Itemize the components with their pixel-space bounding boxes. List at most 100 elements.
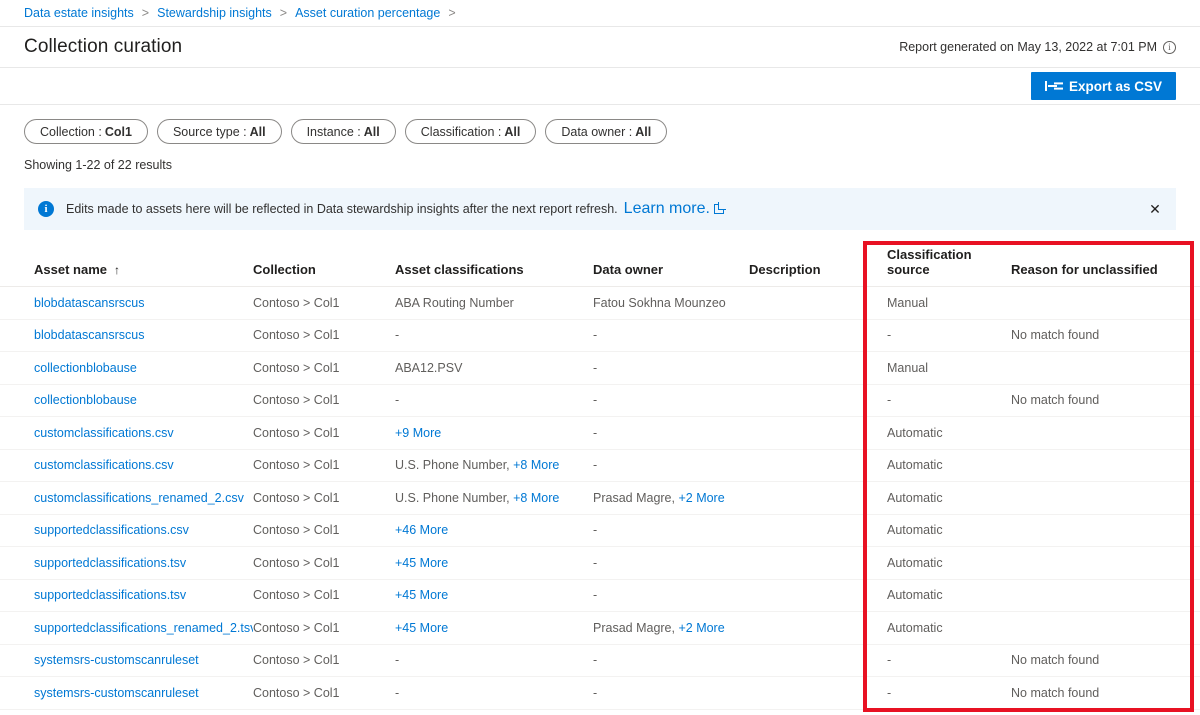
- table-row[interactable]: supportedclassifications.csv Contoso > Co…: [0, 514, 1200, 547]
- filter-pill-data-owner[interactable]: Data owner : All: [545, 119, 667, 144]
- asset-name-link[interactable]: customclassifications.csv: [34, 458, 174, 472]
- breadcrumb-item-data-estate-insights[interactable]: Data estate insights: [24, 6, 134, 20]
- cell-data-owner: Prasad Magre, +2 More: [593, 482, 749, 515]
- filter-pill-classification[interactable]: Classification : All: [405, 119, 537, 144]
- table-row[interactable]: supportedclassifications.tsv Contoso > Co…: [0, 547, 1200, 580]
- cell-collection: Contoso > Col1: [253, 644, 395, 677]
- table-row[interactable]: collectionblobause Contoso > Col1ABA12.PS…: [0, 352, 1200, 385]
- data-owner-text: -: [593, 653, 597, 667]
- cell-collection: Contoso > Col1: [253, 482, 395, 515]
- column-header-asset-classifications[interactable]: Asset classifications: [395, 247, 593, 287]
- breadcrumb-item-asset-curation-percentage[interactable]: Asset curation percentage: [295, 6, 440, 20]
- column-header-collection[interactable]: Collection: [253, 247, 395, 287]
- asset-name-link[interactable]: collectionblobause: [34, 393, 137, 407]
- filter-pill-instance[interactable]: Instance : All: [291, 119, 396, 144]
- report-generated-text: Report generated on May 13, 2022 at 7:01…: [899, 40, 1157, 54]
- asset-name-link[interactable]: systemsrs-customscanruleset: [34, 653, 199, 667]
- breadcrumb: Data estate insights > Stewardship insig…: [0, 0, 1200, 27]
- table-row[interactable]: systemsrs-customscanrulesetContoso > Col…: [0, 677, 1200, 710]
- cell-asset-classifications: +9 More: [395, 417, 593, 450]
- cell-reason-for-unclassified: No match found: [1011, 677, 1200, 710]
- cell-description: [749, 449, 869, 482]
- data-owner-more-link[interactable]: +2 More: [678, 491, 724, 505]
- asset-name-link[interactable]: customclassifications.csv: [34, 426, 174, 440]
- table-row[interactable]: blobdatascansrscusContoso > Col1ABA Rout…: [0, 287, 1200, 320]
- asset-name-link[interactable]: supportedclassifications.tsv: [34, 556, 186, 570]
- data-owner-more-link[interactable]: +2 More: [678, 621, 724, 635]
- classification-text: U.S. Phone Number,: [395, 491, 513, 505]
- cell-description: [749, 644, 869, 677]
- classifications-more-link[interactable]: +45 More: [395, 588, 448, 602]
- table-row[interactable]: supportedclassifications.tsv Contoso > Co…: [0, 579, 1200, 612]
- cell-data-owner: -: [593, 352, 749, 385]
- table-row[interactable]: systemsrs-customscanruleset Contoso > Col…: [0, 644, 1200, 677]
- table-row[interactable]: customclassifications.csvContoso > Col1U…: [0, 449, 1200, 482]
- asset-name-link[interactable]: collectionblobause: [34, 361, 137, 375]
- filter-pill-collection[interactable]: Collection : Col1: [24, 119, 148, 144]
- classification-text: ABA Routing Number: [395, 296, 514, 310]
- cell-collection: Contoso > Col1: [253, 352, 395, 385]
- cell-description: [749, 352, 869, 385]
- asset-name-link[interactable]: supportedclassifications.csv: [34, 523, 189, 537]
- cell-asset-name: blobdatascansrscus: [0, 319, 253, 352]
- asset-table: Asset name↑ Collection Asset classificat…: [0, 247, 1200, 710]
- table-row[interactable]: customclassifications.csvContoso > Col1+…: [0, 417, 1200, 450]
- asset-name-link[interactable]: systemsrs-customscanruleset: [34, 686, 199, 700]
- learn-more-link[interactable]: Learn more.: [624, 200, 710, 218]
- asset-name-link[interactable]: blobdatascansrscus: [34, 328, 144, 342]
- classifications-more-link[interactable]: +46 More: [395, 523, 448, 537]
- cell-classification-source: -: [869, 319, 1011, 352]
- asset-name-link[interactable]: supportedclassifications.tsv: [34, 588, 186, 602]
- cell-data-owner: -: [593, 319, 749, 352]
- table-row[interactable]: supportedclassifications_renamed_2.tsvCo…: [0, 612, 1200, 645]
- cell-classification-source: Automatic: [869, 417, 1011, 450]
- close-icon[interactable]: ✕: [1146, 200, 1164, 218]
- cell-reason-for-unclassified: No match found: [1011, 319, 1200, 352]
- classifications-more-link[interactable]: +8 More: [513, 458, 559, 472]
- filter-pill-data-owner-value: All: [635, 125, 651, 139]
- sort-ascending-icon[interactable]: ↑: [114, 263, 120, 277]
- column-header-asset-name[interactable]: Asset name↑: [0, 247, 253, 287]
- cell-collection: Contoso > Col1: [253, 547, 395, 580]
- external-link-icon[interactable]: [714, 204, 724, 214]
- filter-pill-classification-key: Classification :: [421, 125, 502, 139]
- cell-asset-name: supportedclassifications.tsv: [0, 547, 253, 580]
- info-icon[interactable]: i: [1163, 41, 1176, 54]
- cell-asset-classifications: U.S. Phone Number, +8 More: [395, 449, 593, 482]
- cell-description: [749, 612, 869, 645]
- table-row[interactable]: customclassifications_renamed_2.csv Conto…: [0, 482, 1200, 515]
- table-row[interactable]: blobdatascansrscusContoso > Col1---No ma…: [0, 319, 1200, 352]
- cell-collection: Contoso > Col1: [253, 514, 395, 547]
- filter-pill-instance-key: Instance :: [307, 125, 361, 139]
- table-header-row: Asset name↑ Collection Asset classificat…: [0, 247, 1200, 287]
- cell-collection: Contoso > Col1: [253, 579, 395, 612]
- cell-asset-name: supportedclassifications.csv: [0, 514, 253, 547]
- cell-asset-name: customclassifications.csv: [0, 417, 253, 450]
- data-owner-text: Prasad Magre,: [593, 491, 678, 505]
- classifications-more-link[interactable]: +45 More: [395, 621, 448, 635]
- column-header-description[interactable]: Description: [749, 247, 869, 287]
- cell-asset-classifications: -: [395, 644, 593, 677]
- asset-name-link[interactable]: blobdatascansrscus: [34, 296, 144, 310]
- classification-text: ABA12.PSV: [395, 361, 462, 375]
- cell-asset-name: systemsrs-customscanruleset: [0, 644, 253, 677]
- asset-name-link[interactable]: customclassifications_renamed_2.csv: [34, 491, 244, 505]
- classifications-more-link[interactable]: +9 More: [395, 426, 441, 440]
- cell-asset-classifications: +45 More: [395, 547, 593, 580]
- column-header-data-owner[interactable]: Data owner: [593, 247, 749, 287]
- cell-asset-classifications: ABA Routing Number: [395, 287, 593, 320]
- column-header-reason-for-unclassified[interactable]: Reason for unclassified: [1011, 247, 1200, 287]
- column-header-classification-source[interactable]: Classification source: [869, 247, 1011, 287]
- classifications-more-link[interactable]: +45 More: [395, 556, 448, 570]
- cell-asset-classifications: -: [395, 319, 593, 352]
- cell-reason-for-unclassified: [1011, 514, 1200, 547]
- cell-classification-source: Automatic: [869, 449, 1011, 482]
- classifications-more-link[interactable]: +8 More: [513, 491, 559, 505]
- table-row[interactable]: collectionblobauseContoso > Col1---No ma…: [0, 384, 1200, 417]
- asset-name-link[interactable]: supportedclassifications_renamed_2.tsv: [34, 621, 253, 635]
- filter-pill-row: Collection : Col1 Source type : All Inst…: [0, 105, 1200, 144]
- breadcrumb-item-stewardship-insights[interactable]: Stewardship insights: [157, 6, 272, 20]
- export-as-csv-button[interactable]: Export as CSV: [1031, 72, 1176, 100]
- filter-pill-source-type[interactable]: Source type : All: [157, 119, 282, 144]
- cell-asset-classifications: +46 More: [395, 514, 593, 547]
